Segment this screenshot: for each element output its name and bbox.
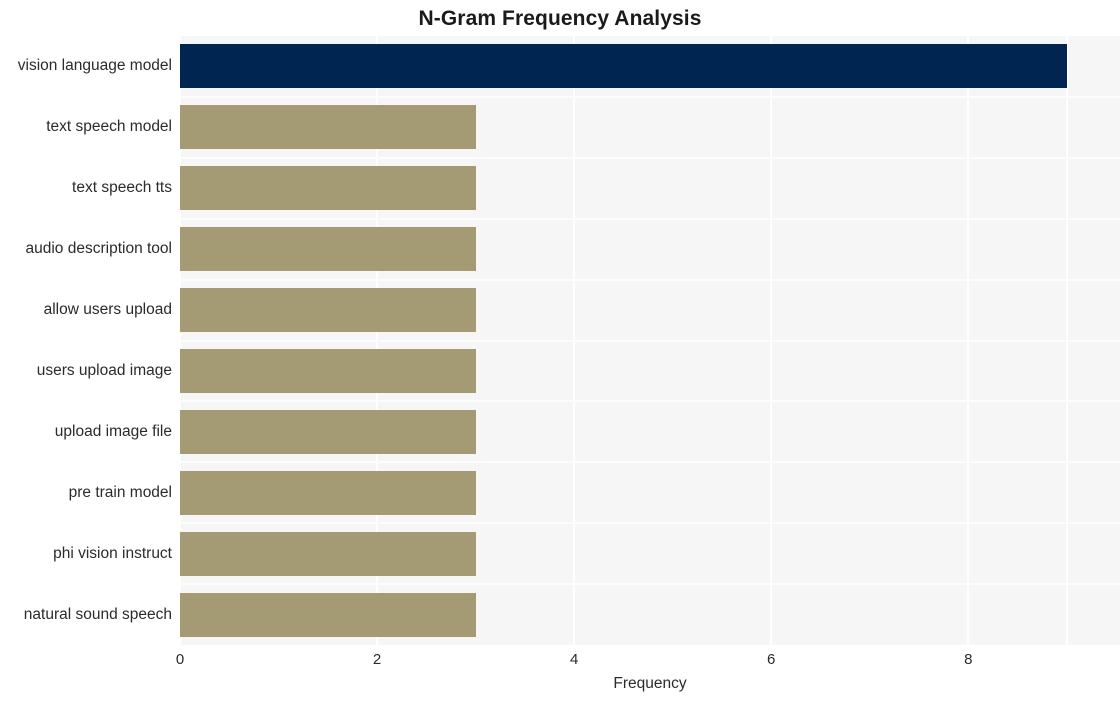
chart-title: N-Gram Frequency Analysis xyxy=(418,7,702,30)
x-axis-tick-label: 8 xyxy=(964,651,973,668)
y-axis-tick-label: text speech model xyxy=(46,118,172,136)
x-axis-title: Frequency xyxy=(613,675,687,692)
y-axis-tick-label: pre train model xyxy=(68,483,172,501)
x-axis-tick-label: 0 xyxy=(175,651,185,668)
y-axis-tick-label: users upload image xyxy=(36,361,172,379)
y-axis-tick-label: text speech tts xyxy=(72,179,172,197)
y-axis-tick-label: vision language model xyxy=(17,57,172,75)
y-axis-tick-label: allow users upload xyxy=(43,301,172,319)
y-axis-tick-label: audio description tool xyxy=(25,240,173,258)
y-axis-tick-labels: vision language model text speech model te… xyxy=(0,36,1120,645)
x-axis-tick-labels: 0 2 4 6 8 xyxy=(0,650,1120,674)
chart-figure: N-Gram Frequency Analysis vision languag… xyxy=(0,0,1120,701)
y-axis-tick-label: natural sound speech xyxy=(23,605,172,623)
x-axis-tick-label: 4 xyxy=(569,651,579,668)
x-axis-tick-label: 2 xyxy=(372,651,382,668)
x-axis-tick-label: 6 xyxy=(767,651,776,668)
y-axis-tick-label: upload image file xyxy=(54,422,172,440)
y-axis-tick-label: phi vision instruct xyxy=(53,544,172,562)
